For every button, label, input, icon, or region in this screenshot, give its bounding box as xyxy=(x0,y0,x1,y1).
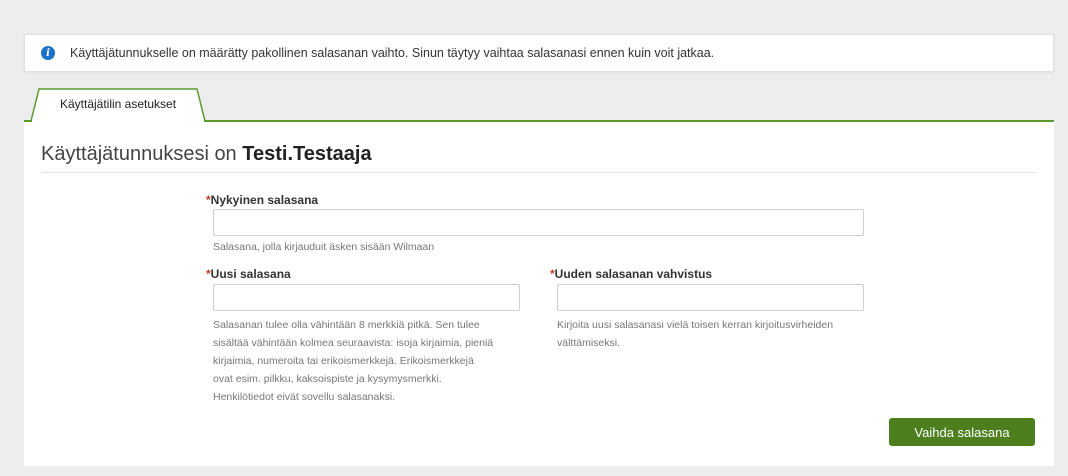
info-icon: i xyxy=(41,46,55,60)
new-password-label-text: Uusi salasana xyxy=(210,267,291,281)
tab-bar: Käyttäjätilin asetukset xyxy=(24,88,1054,122)
confirm-password-label-text: Uuden salasanan vahvistus xyxy=(554,267,713,281)
title-divider xyxy=(41,172,1036,173)
page-title-prefix: Käyttäjätunnuksesi on xyxy=(41,143,237,165)
page-title: Käyttäjätunnuksesi on Testi.Testaaja xyxy=(41,143,372,166)
help-line: sisältää vähintään kolmea seuraavista: i… xyxy=(213,337,494,349)
current-password-label: *Nykyinen salasana xyxy=(206,193,318,207)
settings-card: Käyttäjätilin asetukset Käyttäjätunnukse… xyxy=(24,88,1054,466)
new-password-input[interactable] xyxy=(213,284,520,311)
current-password-help: Salasana, jolla kirjauduit äsken sisään … xyxy=(213,241,435,253)
alert-message: Käyttäjätunnukselle on määrätty pakollin… xyxy=(70,46,715,60)
help-line: välttämiseksi. xyxy=(557,337,621,349)
help-line: Salasanan tulee olla vähintään 8 merkkiä… xyxy=(213,319,480,331)
current-password-label-text: Nykyinen salasana xyxy=(210,193,319,207)
current-password-input[interactable] xyxy=(213,209,864,236)
tab-account-settings[interactable]: Käyttäjätilin asetukset xyxy=(30,88,206,122)
confirm-password-label: *Uuden salasanan vahvistus xyxy=(550,267,712,281)
new-password-help: Salasanan tulee olla vähintään 8 merkkiä… xyxy=(213,316,533,406)
help-line: Kirjoita uusi salasanasi vielä toisen ke… xyxy=(557,319,834,331)
confirm-password-help: Kirjoita uusi salasanasi vielä toisen ke… xyxy=(557,316,877,352)
help-line: ovat esim. pilkku, kaksoispiste ja kysym… xyxy=(213,373,442,385)
password-change-alert: i Käyttäjätunnukselle on määrätty pakoll… xyxy=(24,34,1054,72)
tab-label: Käyttäjätilin asetukset xyxy=(59,97,177,111)
username: Testi.Testaaja xyxy=(242,143,372,165)
change-password-button[interactable]: Vaihda salasana xyxy=(889,418,1035,446)
new-password-label: *Uusi salasana xyxy=(206,267,291,281)
help-line: Henkilötiedot eivät sovellu salasanaksi. xyxy=(213,391,396,403)
help-line: kirjaimia, numeroita tai erikoismerkkejä… xyxy=(213,355,474,367)
confirm-password-input[interactable] xyxy=(557,284,864,311)
